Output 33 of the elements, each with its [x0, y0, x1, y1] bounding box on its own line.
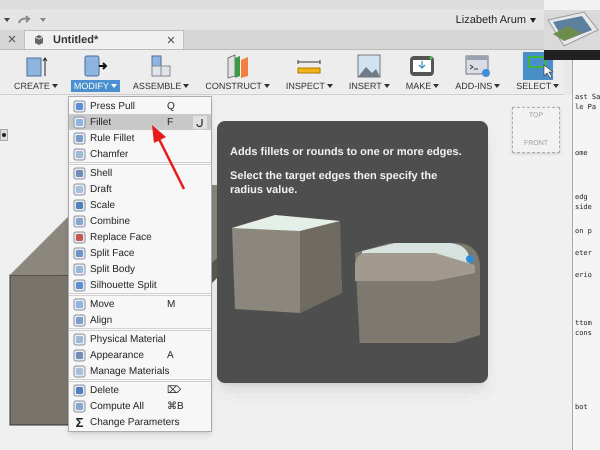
menu-item[interactable]: Silhouette Split: [69, 277, 211, 293]
ribbon-menu[interactable]: MAKE: [400, 52, 446, 92]
menu-item[interactable]: Move M: [69, 296, 211, 312]
user-menu[interactable]: Lizabeth Arum: [456, 12, 536, 28]
menu-item[interactable]: Chamfer: [69, 146, 211, 162]
ribbon-menu[interactable]: CONSTRUCT: [199, 52, 276, 92]
menu-item[interactable]: Replace Face: [69, 229, 211, 245]
ribbon-menu[interactable]: ASSEMBLE: [126, 52, 196, 92]
menu-item[interactable]: Split Body: [69, 261, 211, 277]
tooltip-text: Adds fillets or rounds to one or more edges.: [230, 145, 463, 159]
menu-item[interactable]: Appearance A: [69, 347, 211, 363]
menu-item[interactable]: Draft: [69, 181, 211, 197]
tab-title: Untitled*: [53, 32, 100, 48]
menu-item[interactable]: Shell: [69, 165, 211, 181]
menu-item[interactable]: Compute All ⌘B: [69, 398, 211, 414]
ribbon-menu[interactable]: ADD-INS: [449, 52, 506, 92]
menu-item[interactable]: Delete ⌦: [69, 382, 211, 398]
tooltip-text: Select the target edges then specify the radius value.: [230, 169, 438, 197]
menu-item[interactable]: Rule Fillet: [69, 130, 211, 146]
menu-item[interactable]: Combine: [69, 213, 211, 229]
menu-item[interactable]: Split Face: [69, 245, 211, 261]
menu-item[interactable]: Align: [69, 312, 211, 328]
document-tab[interactable]: Untitled*: [24, 30, 184, 49]
ribbon-menu[interactable]: INSERT: [342, 52, 396, 92]
menu-item[interactable]: Fillet F: [69, 114, 211, 130]
ribbon-menu[interactable]: CREATE: [8, 52, 64, 92]
ribbon-menu[interactable]: INSPECT: [280, 52, 339, 92]
menu-item[interactable]: Manage Materials: [69, 363, 211, 379]
menu-item[interactable]: Physical Material: [69, 331, 211, 347]
menu-item[interactable]: Press Pull Q: [69, 98, 211, 114]
menu-item[interactable]: Σ Change Parameters: [69, 414, 211, 430]
sigma-icon: Σ: [73, 416, 86, 428]
menu-item[interactable]: Scale: [69, 197, 211, 213]
